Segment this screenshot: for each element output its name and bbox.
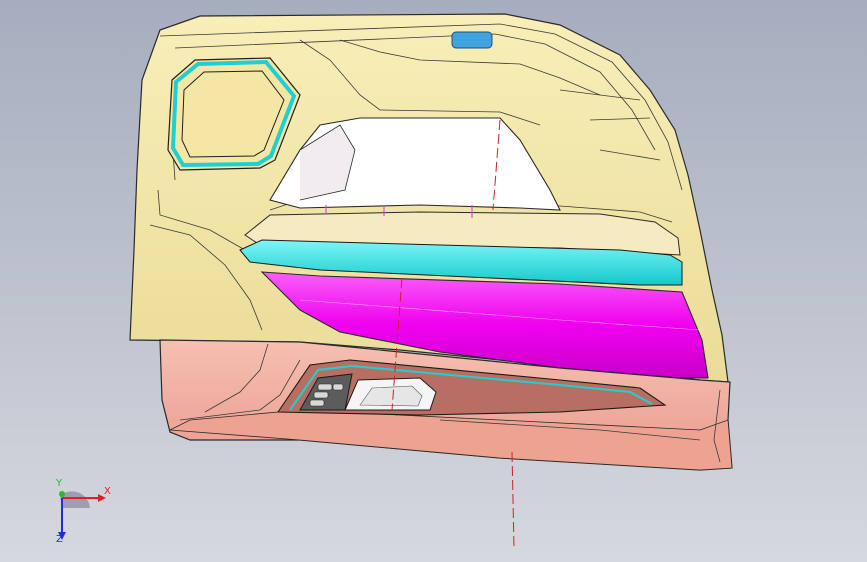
- axis-triad: X Y Z: [40, 478, 120, 548]
- switch-button-2[interactable]: [313, 391, 329, 399]
- switch-button-4[interactable]: [332, 383, 344, 391]
- switch-button-3[interactable]: [309, 399, 325, 407]
- z-axis-label: Z: [56, 534, 63, 545]
- y-axis-label: Y: [56, 478, 63, 489]
- x-axis-label: X: [104, 486, 111, 497]
- handle-cap[interactable]: [451, 31, 493, 49]
- cad-viewport[interactable]: [0, 0, 867, 562]
- switch-button-1[interactable]: [317, 383, 333, 391]
- y-axis-dot: [59, 491, 65, 497]
